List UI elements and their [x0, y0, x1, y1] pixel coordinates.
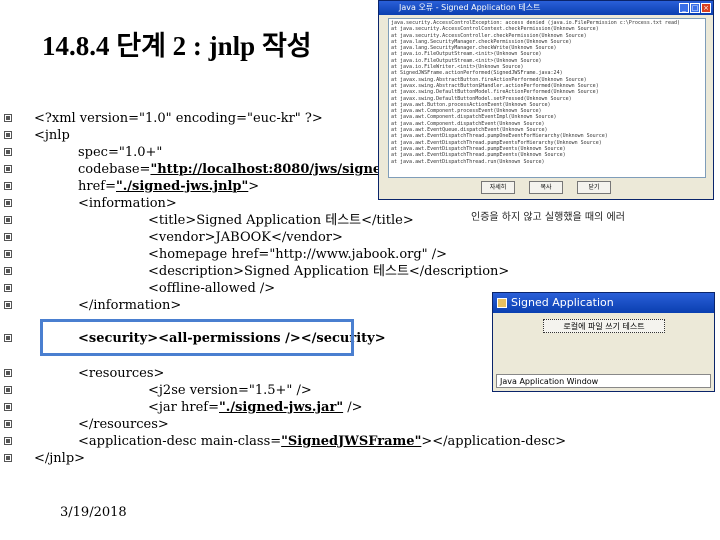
bullet-icon [4, 148, 12, 156]
bullet-icon [4, 267, 12, 275]
bullet-icon [4, 369, 12, 377]
code-text: > [248, 179, 260, 194]
close-button[interactable]: 닫기 [577, 181, 611, 194]
error-dialog-title: Java 오류 - Signed Application 테스트 [399, 3, 541, 12]
minimize-icon[interactable]: _ [679, 3, 689, 13]
code-text: "./signed-jws.jar" [219, 400, 344, 415]
bullet-icon [4, 165, 12, 173]
bullet-icon [4, 182, 12, 190]
code-text: ></application-desc> [421, 434, 567, 449]
error-dialog: Java 오류 - Signed Application 테스트 _ □ × j… [378, 0, 714, 200]
bullet-icon [4, 420, 12, 428]
bullet-icon [4, 386, 12, 394]
security-highlight-box [40, 319, 354, 356]
code-text: <jar href= [148, 400, 220, 415]
bullet-icon [4, 199, 12, 207]
bullet-icon [4, 403, 12, 411]
code-text: href= [78, 179, 116, 194]
close-icon[interactable]: × [701, 3, 711, 13]
stack-trace-text: java.security.AccessControlException: ac… [388, 18, 706, 178]
code-text: spec="1.0+" [78, 145, 163, 160]
code-text: <jnlp [34, 128, 70, 143]
bullet-icon [4, 233, 12, 241]
app-status-bar: Java Application Window [496, 374, 711, 388]
app-window-title: Signed Application [511, 296, 614, 309]
copy-button[interactable]: 복사 [529, 181, 563, 194]
details-button[interactable]: 자세히 [481, 181, 515, 194]
write-file-test-button[interactable]: 로컬에 파일 쓰기 테스트 [543, 319, 665, 333]
bullet-icon [4, 216, 12, 224]
stack-trace-line: at java.awt.EventDispatchThread.run(Unkn… [391, 158, 545, 165]
signed-app-window: Signed Application 로컬에 파일 쓰기 테스트 Java Ap… [492, 292, 715, 392]
java-app-icon [497, 298, 507, 308]
code-text: <information> [78, 196, 177, 211]
slide-date: 3/19/2018 [60, 505, 127, 520]
code-text: <description>Signed Application 테스트</des… [148, 264, 510, 279]
code-text: <?xml version="1.0" encoding="euc-kr" ?> [34, 111, 323, 126]
bullet-icon [4, 454, 12, 462]
code-text: <j2se version="1.5+" /> [148, 383, 312, 398]
error-dialog-titlebar[interactable]: Java 오류 - Signed Application 테스트 _ □ × [379, 1, 713, 15]
code-text: <offline-allowed /> [148, 281, 276, 296]
code-text: <homepage href="http://www.jabook.org" /… [148, 247, 448, 262]
slide-title: 14.8.4 단계 2 : jnlp 작성 [42, 31, 312, 61]
bullet-icon [4, 131, 12, 139]
bullet-icon [4, 437, 12, 445]
code-text: "SignedJWSFrame" [281, 434, 422, 449]
app-window-titlebar[interactable]: Signed Application [493, 293, 714, 313]
bullet-icon [4, 114, 12, 122]
code-text: </information> [78, 298, 182, 313]
maximize-icon[interactable]: □ [690, 3, 700, 13]
error-caption: 인증을 하지 않고 실행했을 때의 에러 [471, 212, 625, 223]
code-text: <vendor>JABOOK</vendor> [148, 230, 343, 245]
code-text: </resources> [78, 417, 169, 432]
code-text: /> [343, 400, 363, 415]
bullet-icon [4, 284, 12, 292]
code-text: </jnlp> [34, 451, 86, 466]
code-text: <title>Signed Application 테스트</title> [148, 213, 414, 228]
code-text: "./signed-jws.jnlp" [115, 179, 249, 194]
bullet-icon [4, 301, 12, 309]
code-text: codebase= [78, 162, 151, 177]
bullet-icon [4, 250, 12, 258]
bullet-icon [4, 334, 12, 342]
code-text: <application-desc main-class= [78, 434, 282, 449]
code-text: <resources> [78, 366, 165, 381]
